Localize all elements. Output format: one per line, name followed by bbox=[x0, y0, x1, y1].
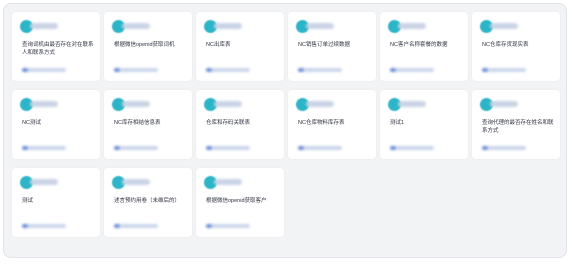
avatar-name-blurred bbox=[122, 23, 150, 29]
card-title: NC库存相结信息表 bbox=[114, 120, 161, 126]
card-title: 测试1 bbox=[390, 120, 405, 126]
card-meta-blurred bbox=[206, 224, 250, 228]
card-meta-blurred bbox=[114, 68, 158, 72]
query-card[interactable]: 查询代理的最否存在姓名和联系方式 bbox=[472, 90, 560, 159]
card-title: NC出库表 bbox=[206, 42, 231, 48]
card-grid: 查询词机由最否存在对在联系人和联系方式 根据微信openid获取词机 NC出库表… bbox=[12, 12, 560, 237]
avatar-name-blurred bbox=[214, 101, 242, 107]
card-title: NC客户名称套餐的数据 bbox=[390, 42, 448, 48]
card-meta-blurred bbox=[390, 146, 434, 150]
query-card[interactable]: NC出库表 bbox=[196, 12, 284, 81]
card-title: 根据微信openid获取客户 bbox=[206, 198, 267, 204]
card-title: NC测试 bbox=[22, 120, 41, 126]
card-meta-blurred bbox=[482, 146, 526, 150]
card-title: 根据微信openid获取词机 bbox=[114, 42, 175, 48]
query-card[interactable]: 根据微信openid获取客户 bbox=[196, 168, 284, 237]
card-title: 查询词机由最否存在对在联系人和联系方式 bbox=[22, 42, 94, 56]
query-card[interactable]: NC仓库存货现实表 bbox=[472, 12, 560, 81]
card-meta-blurred bbox=[22, 224, 66, 228]
card-title: 测试 bbox=[22, 198, 34, 204]
card-meta-blurred bbox=[298, 146, 342, 150]
avatar-name-blurred bbox=[30, 23, 58, 29]
avatar-name-blurred bbox=[306, 23, 334, 29]
card-title: 查询代理的最否存在姓名和联系方式 bbox=[482, 120, 554, 134]
query-card[interactable]: 仓库和存码关联表 bbox=[196, 90, 284, 159]
avatar-name-blurred bbox=[122, 101, 150, 107]
avatar-name-blurred bbox=[398, 101, 426, 107]
query-card[interactable]: NC客户名称套餐的数据 bbox=[380, 12, 468, 81]
avatar-name-blurred bbox=[398, 23, 426, 29]
card-title: 述言预约用卷（未维后的） bbox=[114, 198, 181, 204]
avatar-name-blurred bbox=[306, 101, 334, 107]
query-card[interactable]: NC测试 bbox=[12, 90, 100, 159]
query-card[interactable]: 述言预约用卷（未维后的） bbox=[104, 168, 192, 237]
card-title: NC仓库存货现实表 bbox=[482, 42, 529, 48]
avatar-name-blurred bbox=[490, 101, 518, 107]
card-title: NC销售订单过续数据 bbox=[298, 42, 350, 48]
query-card[interactable]: 测试 bbox=[12, 168, 100, 237]
avatar-name-blurred bbox=[214, 23, 242, 29]
card-meta-blurred bbox=[206, 146, 250, 150]
query-card[interactable]: NC销售订单过续数据 bbox=[288, 12, 376, 81]
card-meta-blurred bbox=[22, 146, 66, 150]
card-meta-blurred bbox=[482, 68, 526, 72]
avatar-name-blurred bbox=[122, 179, 150, 185]
query-card[interactable]: 测试1 bbox=[380, 90, 468, 159]
avatar-name-blurred bbox=[490, 23, 518, 29]
card-title: 仓库和存码关联表 bbox=[206, 120, 251, 126]
query-card[interactable]: 查询词机由最否存在对在联系人和联系方式 bbox=[12, 12, 100, 81]
query-card[interactable]: 根据微信openid获取词机 bbox=[104, 12, 192, 81]
card-meta-blurred bbox=[206, 68, 250, 72]
query-card-panel: ⌃ 查询词机由最否存在对在联系人和联系方式 根据微信openid获取词机 NC出… bbox=[3, 3, 567, 258]
card-meta-blurred bbox=[114, 146, 158, 150]
card-meta-blurred bbox=[114, 224, 158, 228]
query-card[interactable]: NC库存相结信息表 bbox=[104, 90, 192, 159]
card-title: NC仓库物料库存表 bbox=[298, 120, 345, 126]
card-meta-blurred bbox=[390, 68, 434, 72]
avatar-name-blurred bbox=[30, 101, 58, 107]
avatar-name-blurred bbox=[214, 179, 242, 185]
card-meta-blurred bbox=[22, 68, 66, 72]
card-meta-blurred bbox=[298, 68, 342, 72]
avatar-name-blurred bbox=[30, 179, 58, 185]
query-card[interactable]: NC仓库物料库存表 bbox=[288, 90, 376, 159]
